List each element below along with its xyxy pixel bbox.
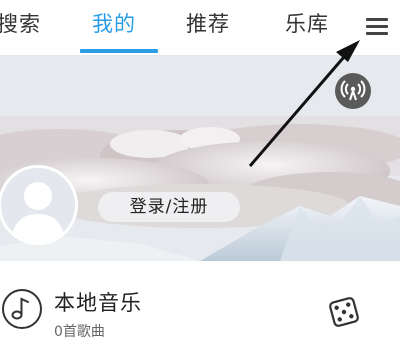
login-register-button[interactable]: 登录/注册	[98, 192, 240, 222]
dice-icon[interactable]	[326, 294, 362, 330]
music-note-icon	[2, 289, 42, 329]
tab-recommend[interactable]: 推荐	[186, 8, 230, 38]
local-music-count: 0首歌曲	[54, 324, 105, 340]
local-music-title: 本地音乐	[54, 291, 142, 315]
tab-mine[interactable]: 我的	[92, 8, 136, 38]
tab-search[interactable]: 搜索	[0, 8, 41, 38]
active-tab-indicator	[80, 49, 158, 53]
hamburger-menu-icon[interactable]	[364, 14, 392, 38]
default-user-icon	[11, 182, 65, 242]
local-music-row[interactable]: 本地音乐 0首歌曲	[0, 262, 400, 363]
tab-library[interactable]: 乐库	[285, 8, 329, 38]
broadcast-signal-icon[interactable]	[335, 73, 371, 109]
avatar[interactable]	[0, 165, 78, 245]
top-tab-bar: 搜索 我的 推荐 乐库	[0, 0, 400, 56]
